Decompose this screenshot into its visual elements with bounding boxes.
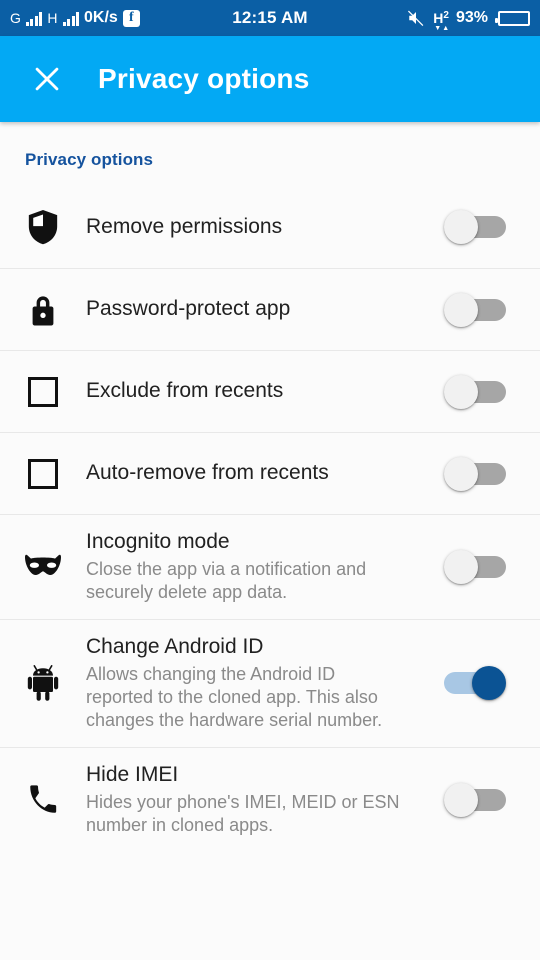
setting-subtitle: Hides your phone's IMEI, MEID or ESN num… xyxy=(86,791,400,835)
page-title: Privacy options xyxy=(98,63,310,94)
signal-bars-2-icon xyxy=(62,11,80,26)
toggle-container xyxy=(444,210,540,244)
lock-icon xyxy=(32,295,54,325)
row-text-container: Remove permissions xyxy=(86,214,444,241)
toggle-change-android-id[interactable] xyxy=(444,666,506,701)
shield-icon xyxy=(28,210,58,245)
toggle-auto-remove-from-recents[interactable] xyxy=(444,456,506,491)
phone-icon xyxy=(30,784,57,813)
setting-title: Password-protect app xyxy=(86,297,291,321)
settings-list[interactable]: Privacy options Remove permissions Passw… xyxy=(0,122,540,960)
setting-title: Exclude from recents xyxy=(86,379,284,403)
battery-percent-label: 93% xyxy=(455,9,488,26)
setting-title: Change Android ID xyxy=(86,634,264,658)
row-icon-container xyxy=(0,208,86,246)
toggle-thumb xyxy=(472,666,506,701)
toggle-password-protect-app[interactable] xyxy=(444,292,506,327)
toggle-thumb xyxy=(444,292,478,327)
toggle-container xyxy=(444,456,540,491)
setting-subtitle: Allows changing the Android ID reported … xyxy=(86,663,383,731)
network-h2-icon: H2 ▼▲ xyxy=(433,10,449,33)
data-speed-label: 0K/s xyxy=(84,9,118,26)
app-bar: Privacy options xyxy=(0,36,540,122)
toggle-remove-permissions[interactable] xyxy=(444,210,506,244)
toggle-thumb xyxy=(444,374,478,409)
speaker-mute-icon xyxy=(406,9,426,27)
signal-bars-1-icon xyxy=(25,11,43,26)
toggle-container xyxy=(444,549,540,584)
toggle-thumb xyxy=(444,549,478,584)
section-header-privacy-options: Privacy options xyxy=(25,150,154,169)
toggle-thumb xyxy=(444,456,478,491)
row-icon-container xyxy=(0,664,86,702)
status-bar-left: G H 0K/s f xyxy=(10,9,140,27)
facebook-icon: f xyxy=(122,9,140,27)
row-icon-container xyxy=(0,458,86,489)
setting-row-hide-imei[interactable]: Hide IMEI Hides your phone's IMEI, MEID … xyxy=(0,746,540,852)
setting-title: Incognito mode xyxy=(86,530,230,553)
toggle-container xyxy=(444,292,540,327)
row-text-container: Incognito mode Close the app via a notif… xyxy=(86,529,444,605)
status-bar: G H 0K/s f 12:15 AM H2 ▼▲ 93% xyxy=(0,0,540,36)
toggle-container xyxy=(444,374,540,409)
row-text-container: Auto-remove from recents xyxy=(86,460,444,487)
setting-row-exclude-from-recents[interactable]: Exclude from recents xyxy=(0,350,540,432)
setting-title: Auto-remove from recents xyxy=(86,461,329,485)
network-arrows-icon: ▼▲ xyxy=(434,25,451,32)
toggle-container xyxy=(444,782,540,817)
network-type-2-label: H xyxy=(47,10,58,26)
row-icon-container xyxy=(0,783,86,817)
close-button[interactable] xyxy=(24,56,70,102)
toggle-hide-imei[interactable] xyxy=(444,782,506,817)
square-outline-icon xyxy=(28,458,58,489)
battery-icon xyxy=(495,10,530,26)
status-bar-right: H2 ▼▲ 93% xyxy=(406,9,530,33)
setting-row-password-protect-app[interactable]: Password-protect app xyxy=(0,268,540,350)
row-icon-container xyxy=(0,552,86,582)
row-icon-container xyxy=(0,291,86,329)
row-text-container: Exclude from recents xyxy=(86,378,444,405)
row-text-container: Hide IMEI Hides your phone's IMEI, MEID … xyxy=(86,762,444,838)
close-icon xyxy=(35,67,59,91)
toggle-thumb xyxy=(444,782,478,817)
setting-row-incognito-mode[interactable]: Incognito mode Close the app via a notif… xyxy=(0,514,540,619)
toggle-incognito-mode[interactable] xyxy=(444,549,506,584)
setting-title: Hide IMEI xyxy=(86,762,179,786)
toggle-thumb xyxy=(444,210,478,244)
network-h-label: H xyxy=(433,10,444,26)
square-outline-icon xyxy=(28,376,58,407)
setting-row-auto-remove-from-recents[interactable]: Auto-remove from recents xyxy=(0,432,540,514)
network-2-label: 2 xyxy=(443,10,449,21)
android-icon xyxy=(27,665,59,701)
row-text-container: Change Android ID Allows changing the An… xyxy=(86,634,444,733)
row-text-container: Password-protect app xyxy=(86,296,444,323)
toggle-container xyxy=(444,666,540,701)
setting-row-change-android-id[interactable]: Change Android ID Allows changing the An… xyxy=(0,618,540,747)
setting-title: Remove permissions xyxy=(86,214,283,238)
toggle-exclude-from-recents[interactable] xyxy=(444,374,506,409)
setting-row-remove-permissions[interactable]: Remove permissions xyxy=(0,186,540,268)
row-icon-container xyxy=(0,376,86,407)
mask-icon xyxy=(25,554,61,575)
network-type-1-label: G xyxy=(10,10,21,26)
setting-subtitle: Close the app via a notification and sec… xyxy=(86,558,367,603)
